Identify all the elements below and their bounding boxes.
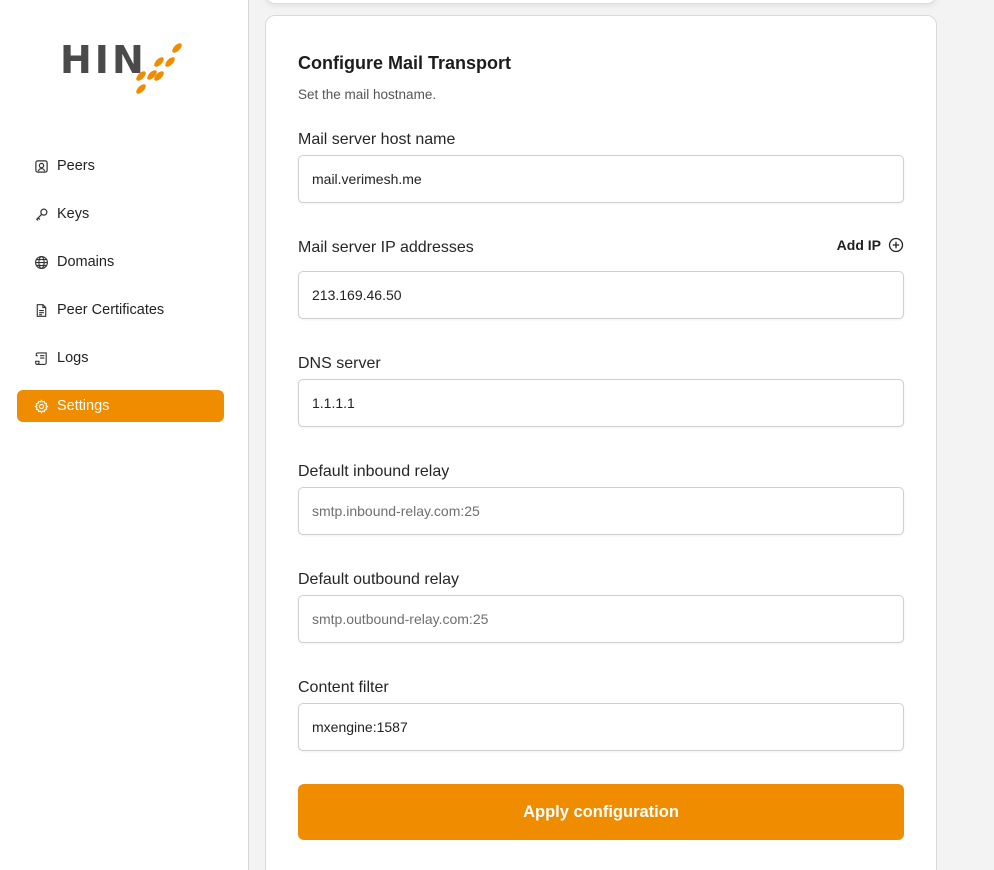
dns-server-input[interactable] bbox=[298, 379, 904, 427]
outbound-relay-label: Default outbound relay bbox=[298, 571, 459, 588]
sidebar-item-label: Keys bbox=[57, 206, 90, 222]
add-ip-button[interactable]: Add IP bbox=[837, 237, 904, 253]
outbound-relay-input[interactable] bbox=[298, 595, 904, 643]
scroll-icon bbox=[33, 350, 49, 366]
ip-address-input[interactable] bbox=[298, 271, 904, 319]
sidebar-item-label: Settings bbox=[57, 398, 110, 414]
apply-configuration-button[interactable]: Apply configuration bbox=[298, 784, 904, 840]
sidebar-item-label: Logs bbox=[57, 350, 89, 366]
inbound-relay-label: Default inbound relay bbox=[298, 463, 450, 480]
gear-icon bbox=[33, 398, 49, 414]
content-filter-label: Content filter bbox=[298, 679, 389, 696]
plus-circle-icon bbox=[888, 237, 904, 253]
outbound-relay-field-group: Default outbound relay bbox=[298, 569, 904, 643]
user-square-icon bbox=[33, 158, 49, 174]
sidebar-item-peers[interactable]: Peers bbox=[17, 150, 224, 182]
key-icon bbox=[33, 206, 49, 222]
card-subtitle: Set the mail hostname. bbox=[298, 87, 437, 102]
ip-label: Mail server IP addresses bbox=[298, 239, 474, 256]
globe-icon bbox=[33, 254, 49, 270]
inbound-relay-field-group: Default inbound relay bbox=[298, 461, 904, 535]
sidebar-item-domains[interactable]: Domains bbox=[17, 246, 224, 278]
sidebar-item-label: Peers bbox=[57, 158, 95, 174]
dns-field-group: DNS server bbox=[298, 353, 904, 427]
dns-label: DNS server bbox=[298, 355, 381, 372]
ip-field-group: Mail server IP addresses Add IP bbox=[298, 237, 904, 319]
sidebar-item-peer-certificates[interactable]: Peer Certificates bbox=[17, 294, 224, 326]
sidebar-item-label: Domains bbox=[57, 254, 115, 270]
hin-logo[interactable]: HIN bbox=[60, 40, 184, 98]
sidebar-item-logs[interactable]: Logs bbox=[17, 342, 224, 374]
sidebar: HIN Peers Keys Domains Peer Certificates… bbox=[0, 0, 249, 870]
add-ip-label: Add IP bbox=[836, 237, 881, 253]
previous-card-edge bbox=[265, 0, 937, 4]
hostname-input[interactable] bbox=[298, 155, 904, 203]
sidebar-nav: Peers Keys Domains Peer Certificates Log… bbox=[17, 150, 224, 438]
sidebar-item-settings[interactable]: Settings bbox=[17, 390, 224, 422]
inbound-relay-input[interactable] bbox=[298, 487, 904, 535]
card-title: Configure Mail Transport bbox=[298, 53, 512, 73]
document-icon bbox=[33, 302, 49, 318]
sidebar-item-keys[interactable]: Keys bbox=[17, 198, 224, 230]
logo-dots-icon bbox=[136, 43, 182, 94]
hostname-field-group: Mail server host name bbox=[298, 129, 904, 203]
sidebar-item-label: Peer Certificates bbox=[57, 302, 165, 318]
hostname-label: Mail server host name bbox=[298, 131, 456, 148]
content-filter-input[interactable] bbox=[298, 703, 904, 751]
mail-transport-card: Configure Mail Transport Set the mail ho… bbox=[265, 15, 937, 870]
content-filter-field-group: Content filter bbox=[298, 677, 904, 751]
